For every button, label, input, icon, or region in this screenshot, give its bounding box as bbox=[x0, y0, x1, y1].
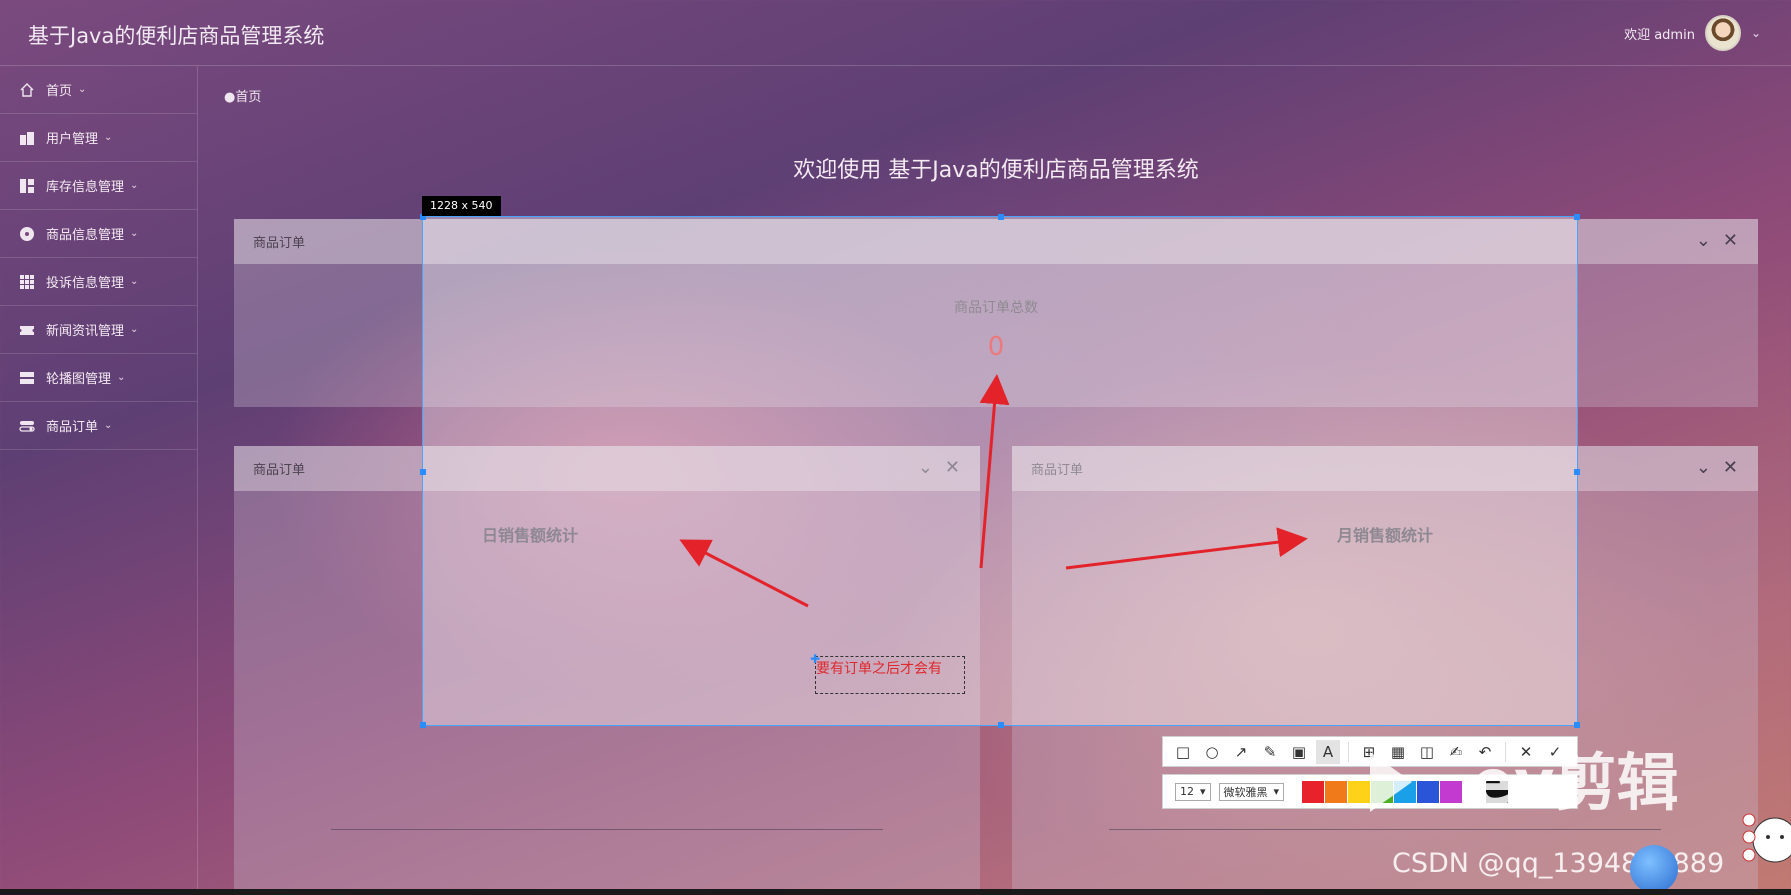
font-size-select[interactable]: 12 ▾ bbox=[1175, 782, 1211, 801]
bottom-bar bbox=[0, 889, 1791, 895]
top-header: 基于Java的便利店商品管理系统 欢迎 admin ⌄ bbox=[0, 0, 1791, 66]
ellipse-tool-icon[interactable]: ○ bbox=[1200, 740, 1224, 764]
sidebar-item-label: 商品信息管理 bbox=[46, 228, 125, 243]
chevron-down-icon: ⌄ bbox=[117, 372, 126, 383]
text-tool-icon[interactable]: A bbox=[1316, 739, 1340, 764]
sidebar: 首页 ⌄ 用户管理 ⌄ 库存信息管理 ⌄ 商品信息管理 ⌄ 投诉信息管理 ⌄ 新… bbox=[0, 66, 198, 895]
logo-text: ev剪辑 bbox=[1472, 746, 1678, 819]
selection-size-badge: 1228 x 540 bbox=[422, 196, 501, 216]
chevron-down-icon: ⌄ bbox=[104, 420, 113, 431]
ticket-icon bbox=[18, 321, 36, 339]
close-icon[interactable]: ✕ bbox=[1723, 231, 1738, 251]
sidebar-item-products[interactable]: 商品信息管理 ⌄ bbox=[0, 210, 197, 258]
color-swatch[interactable] bbox=[1325, 780, 1348, 803]
sidebar-item-label: 用户管理 bbox=[46, 132, 99, 147]
sidebar-item-complaints[interactable]: 投诉信息管理 ⌄ bbox=[0, 258, 197, 306]
dropdown-arrow-icon: ▾ bbox=[1200, 785, 1206, 798]
annotation-text: 要有订单之后才会有 bbox=[816, 661, 942, 677]
grid-icon bbox=[18, 273, 36, 291]
dot-icon: ● bbox=[224, 90, 236, 105]
chart-axis bbox=[1109, 829, 1661, 830]
font-size-value: 12 bbox=[1180, 785, 1194, 798]
sidebar-item-label: 投诉信息管理 bbox=[46, 276, 125, 291]
arrow-tool-icon[interactable]: ↗ bbox=[1229, 740, 1253, 764]
user-menu[interactable]: 欢迎 admin ⌄ bbox=[1624, 14, 1761, 52]
chevron-down-icon: ⌄ bbox=[130, 324, 139, 335]
pen-tool-icon[interactable]: ✎ bbox=[1258, 740, 1282, 764]
sidebar-item-label: 商品订单 bbox=[46, 420, 99, 435]
breadcrumb-label: 首页 bbox=[235, 90, 262, 105]
rectangle-tool-icon[interactable]: □ bbox=[1171, 740, 1195, 764]
sidebar-item-news[interactable]: 新闻资讯管理 ⌄ bbox=[0, 306, 197, 354]
avatar[interactable] bbox=[1704, 15, 1741, 51]
ev-editor-logo: ev剪辑 bbox=[1370, 746, 1678, 819]
chevron-down-icon: ⌄ bbox=[130, 276, 139, 287]
sidebar-item-orders[interactable]: 商品订单 ⌄ bbox=[0, 402, 197, 450]
disc-icon bbox=[18, 225, 36, 243]
panel-title: 商品订单 bbox=[253, 463, 306, 478]
resize-handle[interactable] bbox=[998, 722, 1004, 728]
server-icon bbox=[18, 369, 36, 387]
sidebar-item-label: 新闻资讯管理 bbox=[46, 324, 125, 339]
font-name-value: 微软雅黑 bbox=[1223, 785, 1268, 799]
collapse-icon[interactable]: ⌄ bbox=[1696, 231, 1711, 251]
resize-handle[interactable] bbox=[420, 469, 426, 475]
dropdown-arrow-icon: ▾ bbox=[1273, 785, 1280, 798]
chevron-down-icon: ⌄ bbox=[104, 132, 113, 143]
toolbar-divider bbox=[1348, 741, 1349, 762]
resize-handle[interactable] bbox=[998, 214, 1004, 220]
screenshot-selection[interactable] bbox=[420, 214, 1580, 728]
sidebar-item-home[interactable]: 首页 ⌄ bbox=[0, 66, 197, 114]
font-name-select[interactable]: 微软雅黑 ▾ bbox=[1218, 782, 1285, 801]
sidebar-item-carousel[interactable]: 轮播图管理 ⌄ bbox=[0, 354, 197, 402]
resize-handle[interactable] bbox=[1574, 722, 1580, 728]
collapse-icon[interactable]: ⌄ bbox=[1696, 458, 1711, 478]
app-title: 基于Java的便利店商品管理系统 bbox=[28, 24, 325, 48]
toggle-icon bbox=[18, 417, 36, 435]
chart-axis bbox=[331, 829, 883, 830]
mascot-sticker bbox=[1742, 813, 1791, 863]
breadcrumb[interactable]: ●首页 bbox=[224, 86, 261, 105]
home-icon bbox=[18, 81, 36, 99]
floating-ball[interactable] bbox=[1630, 845, 1678, 893]
chevron-down-icon[interactable]: ⌄ bbox=[1751, 26, 1761, 40]
chevron-down-icon: ⌄ bbox=[130, 228, 139, 239]
panel-title: 商品订单 bbox=[253, 236, 306, 251]
resize-handle[interactable] bbox=[420, 722, 426, 728]
resize-handle[interactable] bbox=[1574, 469, 1580, 475]
resize-handle[interactable] bbox=[1574, 214, 1580, 220]
sidebar-item-label: 首页 bbox=[46, 84, 73, 99]
color-swatch[interactable] bbox=[1302, 780, 1325, 803]
chevron-down-icon: ⌄ bbox=[78, 84, 87, 95]
sidebar-item-label: 轮播图管理 bbox=[46, 372, 112, 387]
close-icon[interactable]: ✕ bbox=[1723, 458, 1738, 478]
page-title: 欢迎使用 基于Java的便利店商品管理系统 bbox=[793, 158, 1199, 183]
building-icon bbox=[18, 129, 36, 147]
mosaic-tool-icon[interactable]: ▣ bbox=[1287, 740, 1311, 764]
welcome-text: 欢迎 admin bbox=[1624, 27, 1695, 43]
